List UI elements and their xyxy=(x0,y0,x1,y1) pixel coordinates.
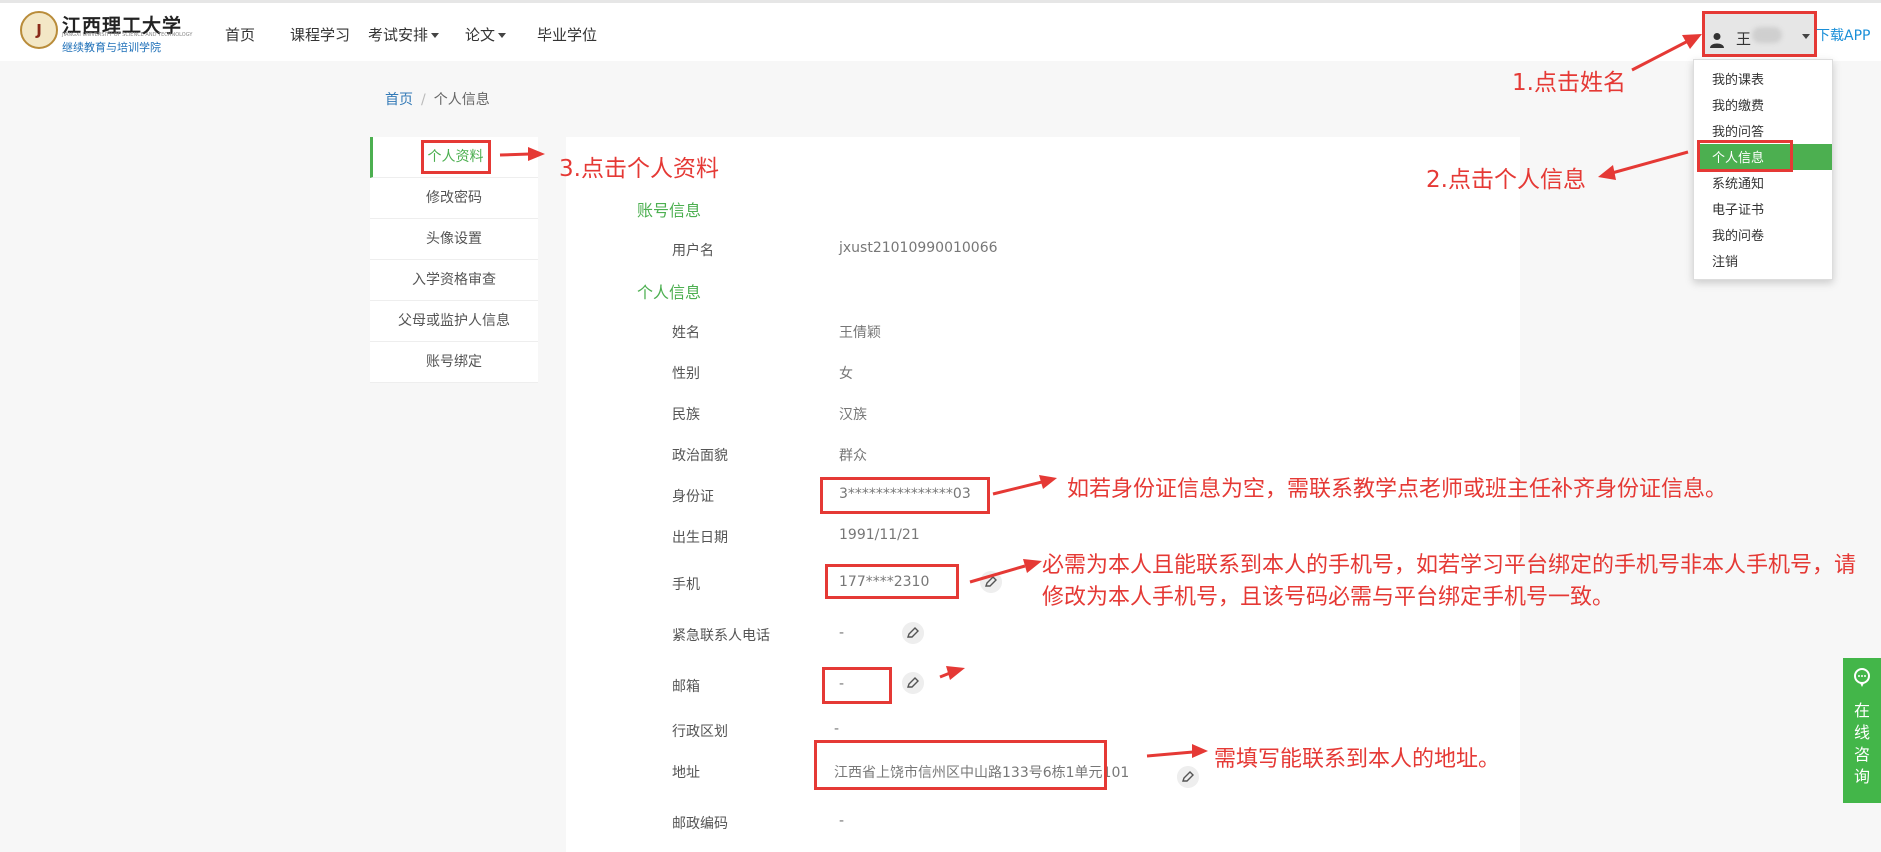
chat-headset-icon xyxy=(1854,668,1870,687)
online-consult-button[interactable]: 在线咨询 xyxy=(1843,658,1881,803)
annotation-arrows xyxy=(499,34,1702,758)
online-consult-label: 在线咨询 xyxy=(1854,701,1871,786)
